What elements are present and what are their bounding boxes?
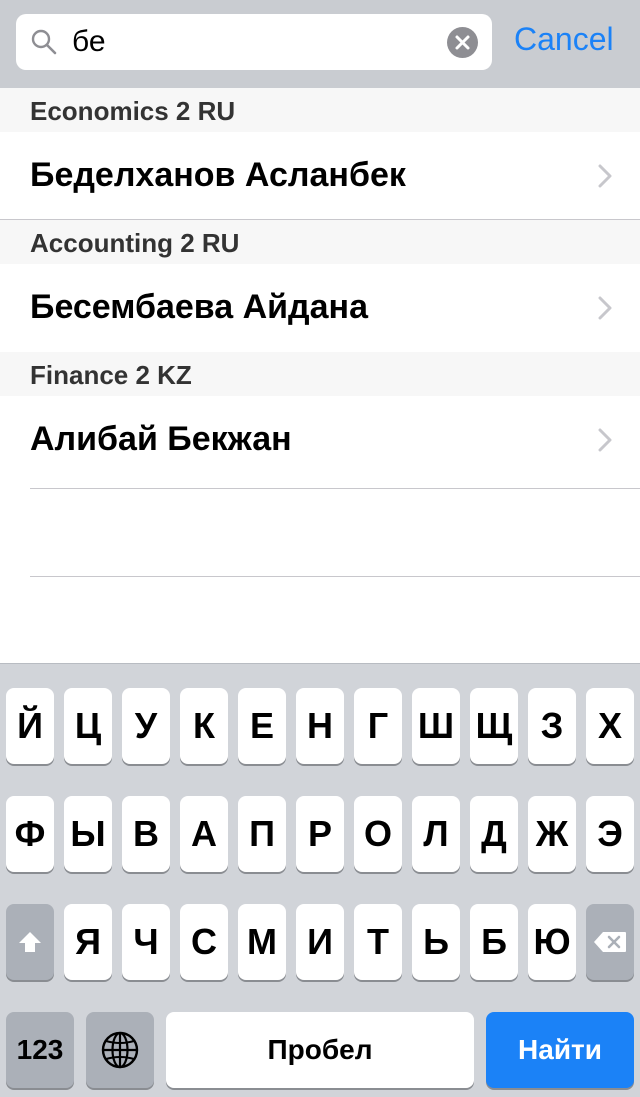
key[interactable]: П — [238, 796, 286, 872]
row-divider — [30, 488, 640, 489]
key[interactable]: Е — [238, 688, 286, 764]
key[interactable]: Я — [64, 904, 112, 980]
key[interactable]: Р — [296, 796, 344, 872]
search-results: Economics 2 RU Беделханов Асланбек Accou… — [0, 88, 640, 484]
globe-key[interactable] — [86, 1012, 154, 1088]
student-name: Беделханов Асланбек — [30, 156, 406, 194]
list-item[interactable]: Бесембаева Айдана — [0, 264, 640, 352]
key[interactable]: Г — [354, 688, 402, 764]
key[interactable]: Ц — [64, 688, 112, 764]
search-icon — [30, 28, 58, 56]
search-field[interactable]: бе — [16, 14, 492, 70]
key[interactable]: Ш — [412, 688, 460, 764]
key[interactable]: Ы — [64, 796, 112, 872]
chevron-right-icon — [598, 296, 612, 320]
cancel-button[interactable]: Cancel — [514, 20, 614, 58]
key[interactable]: Д — [470, 796, 518, 872]
key[interactable]: Ь — [412, 904, 460, 980]
row-divider — [30, 576, 640, 577]
chevron-right-icon — [598, 164, 612, 188]
search-bar: бе Cancel — [0, 0, 640, 88]
globe-icon — [101, 1031, 139, 1069]
section-title: Accounting 2 RU — [30, 228, 240, 258]
list-item[interactable]: Беделханов Асланбек — [0, 132, 640, 220]
key[interactable]: Ж — [528, 796, 576, 872]
key[interactable]: Х — [586, 688, 634, 764]
key[interactable]: Э — [586, 796, 634, 872]
key[interactable]: Б — [470, 904, 518, 980]
section-header: Finance 2 KZ — [0, 352, 640, 396]
key[interactable]: В — [122, 796, 170, 872]
clear-icon[interactable] — [447, 27, 478, 58]
key[interactable]: Щ — [470, 688, 518, 764]
key[interactable]: С — [180, 904, 228, 980]
key[interactable]: А — [180, 796, 228, 872]
search-input[interactable]: бе — [72, 25, 106, 59]
key[interactable]: И — [296, 904, 344, 980]
key[interactable]: О — [354, 796, 402, 872]
key[interactable]: Ф — [6, 796, 54, 872]
backspace-key[interactable] — [586, 904, 634, 980]
key[interactable]: Й — [6, 688, 54, 764]
numbers-key[interactable]: 123 — [6, 1012, 74, 1088]
shift-key[interactable] — [6, 904, 54, 980]
backspace-icon — [594, 932, 626, 952]
key[interactable]: Л — [412, 796, 460, 872]
search-return-key[interactable]: Найти — [486, 1012, 634, 1088]
key[interactable]: Н — [296, 688, 344, 764]
keyboard: Й Ц У К Е Н Г Ш Щ З Х Ф Ы В А П Р О Л Д … — [0, 663, 640, 1097]
key[interactable]: М — [238, 904, 286, 980]
section-header: Accounting 2 RU — [0, 220, 640, 264]
key[interactable]: З — [528, 688, 576, 764]
key[interactable]: Ч — [122, 904, 170, 980]
student-name: Алибай Бекжан — [30, 420, 292, 458]
chevron-right-icon — [598, 428, 612, 452]
key[interactable]: У — [122, 688, 170, 764]
student-name: Бесембаева Айдана — [30, 288, 368, 326]
key[interactable]: Т — [354, 904, 402, 980]
key[interactable]: Ю — [528, 904, 576, 980]
shift-icon — [19, 932, 41, 952]
section-header: Economics 2 RU — [0, 88, 640, 132]
section-title: Finance 2 KZ — [30, 360, 192, 390]
section-title: Economics 2 RU — [30, 96, 236, 126]
key[interactable]: К — [180, 688, 228, 764]
space-key[interactable]: Пробел — [166, 1012, 474, 1088]
list-item[interactable]: Алибай Бекжан — [0, 396, 640, 484]
